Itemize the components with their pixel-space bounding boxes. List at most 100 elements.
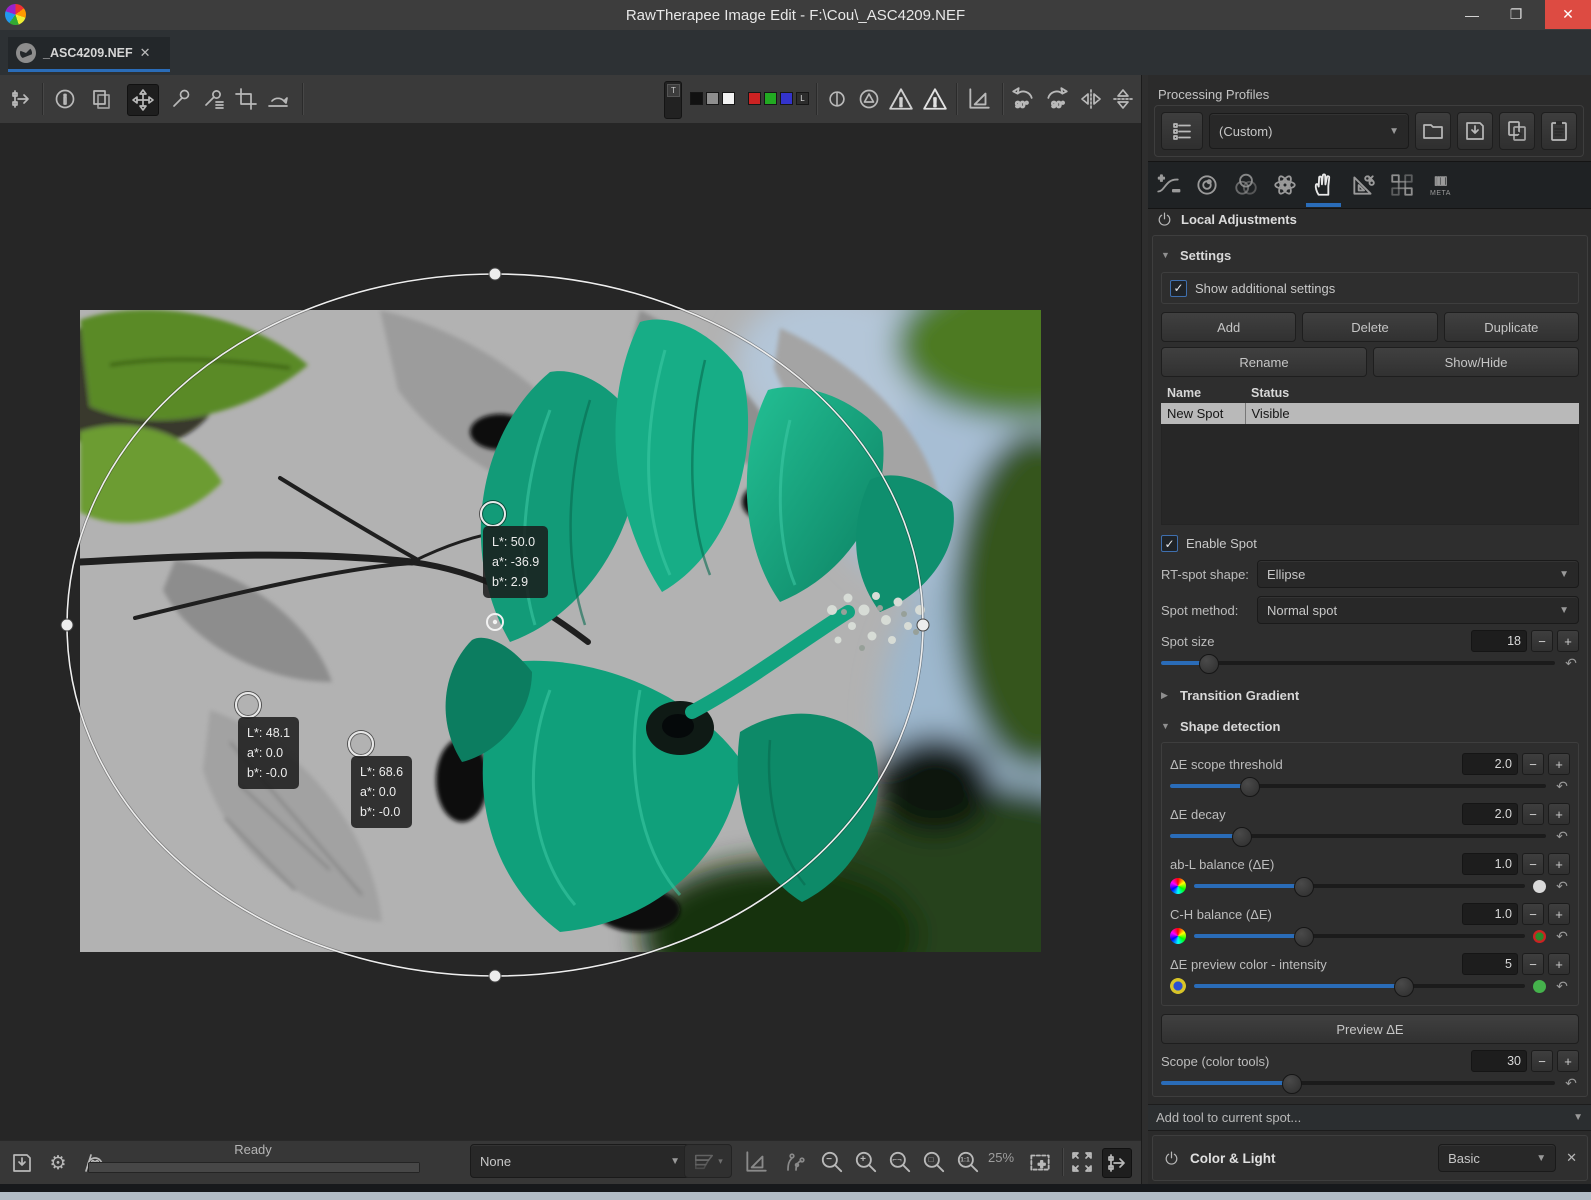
shadow-clipping-icon[interactable] bbox=[886, 84, 916, 114]
close-button[interactable]: ✕ bbox=[1545, 0, 1591, 29]
spot-size-value[interactable]: 18 bbox=[1471, 630, 1527, 652]
de-decay-value[interactable]: 2.0 bbox=[1462, 803, 1518, 825]
power-icon[interactable] bbox=[1163, 1150, 1180, 1167]
rotate-left-90-icon[interactable] bbox=[1008, 84, 1038, 114]
increment-button[interactable]: + bbox=[1548, 953, 1570, 975]
tab-local-adjustments[interactable] bbox=[1304, 165, 1343, 205]
crop-tool-icon[interactable] bbox=[231, 84, 261, 114]
ch-balance-slider[interactable] bbox=[1194, 925, 1525, 947]
reset-icon[interactable]: ↶ bbox=[1563, 1075, 1579, 1092]
detail-window-icon[interactable] bbox=[1026, 1148, 1054, 1176]
load-profile-icon[interactable] bbox=[1415, 112, 1451, 150]
add-tool-dropdown[interactable]: Add tool to current spot... ▼ bbox=[1148, 1104, 1591, 1131]
fullscreen-icon[interactable] bbox=[1068, 1148, 1096, 1176]
bundled-profiles-icon[interactable] bbox=[1161, 112, 1203, 150]
sharpening-mask-icon[interactable] bbox=[822, 84, 852, 114]
bg-gray-swatch[interactable] bbox=[706, 92, 719, 105]
complexity-dropdown[interactable]: Basic▼ bbox=[1438, 1144, 1556, 1172]
restore-button[interactable]: ❐ bbox=[1499, 0, 1533, 29]
tab-exposure[interactable] bbox=[1148, 165, 1187, 205]
increment-button[interactable]: + bbox=[1548, 753, 1570, 775]
right-panel-toggle-icon[interactable] bbox=[1102, 1148, 1132, 1178]
rotate-right-90-icon[interactable] bbox=[1042, 84, 1072, 114]
picker-handle[interactable] bbox=[480, 501, 506, 527]
decrement-button[interactable]: − bbox=[1522, 953, 1544, 975]
background-color-switcher[interactable]: T bbox=[664, 81, 682, 119]
show-additional-settings-row[interactable]: ✓ Show additional settings bbox=[1161, 272, 1579, 304]
picker-handle[interactable] bbox=[348, 731, 374, 757]
scope-color-tools-value[interactable]: 30 bbox=[1471, 1050, 1527, 1072]
tab-raw[interactable] bbox=[1382, 165, 1421, 205]
film-simulation-button[interactable]: ▾ bbox=[684, 1144, 732, 1178]
decrement-button[interactable]: − bbox=[1522, 803, 1544, 825]
delete-button[interactable]: Delete bbox=[1302, 312, 1437, 342]
transition-gradient-expander[interactable]: ▶ Transition Gradient bbox=[1161, 684, 1579, 706]
settings-expander[interactable]: ▼ Settings bbox=[1161, 244, 1579, 266]
bg-black-swatch[interactable] bbox=[690, 92, 703, 105]
de-scope-threshold-value[interactable]: 2.0 bbox=[1462, 753, 1518, 775]
scope-color-tools-slider[interactable] bbox=[1161, 1072, 1555, 1094]
tab-metadata[interactable]: META bbox=[1421, 165, 1460, 205]
power-icon[interactable] bbox=[1156, 211, 1173, 228]
rename-button[interactable]: Rename bbox=[1161, 347, 1367, 377]
green-channel-swatch[interactable] bbox=[764, 92, 777, 105]
red-channel-swatch[interactable] bbox=[748, 92, 761, 105]
reset-icon[interactable]: ↶ bbox=[1554, 928, 1570, 945]
photo-preview[interactable] bbox=[80, 310, 1041, 952]
filmstrip-panel-toggle-icon[interactable] bbox=[6, 84, 36, 114]
increment-button[interactable]: + bbox=[1557, 1050, 1579, 1072]
increment-button[interactable]: + bbox=[1548, 903, 1570, 925]
luminosity-channel-swatch[interactable]: L bbox=[796, 92, 809, 105]
highlight-clipping-icon[interactable] bbox=[920, 84, 950, 114]
decrement-button[interactable]: − bbox=[1522, 903, 1544, 925]
reset-icon[interactable]: ↶ bbox=[1554, 778, 1570, 795]
picker-handle[interactable] bbox=[235, 692, 261, 718]
show-hide-button[interactable]: Show/Hide bbox=[1373, 347, 1579, 377]
image-info-icon[interactable] bbox=[50, 84, 80, 114]
spot-row[interactable]: New Spot Visible bbox=[1161, 403, 1579, 424]
file-tab[interactable]: _ASC4209.NEF ✕ bbox=[8, 37, 170, 72]
handle-top[interactable] bbox=[489, 268, 501, 280]
tab-advanced[interactable] bbox=[1265, 165, 1304, 205]
straighten-tool-icon[interactable] bbox=[263, 84, 293, 114]
local-adjustments-header[interactable]: Local Adjustments bbox=[1156, 211, 1297, 228]
color-and-light-tool-header[interactable]: Color & Light Basic▼ ✕ bbox=[1152, 1135, 1588, 1181]
reset-icon[interactable]: ↶ bbox=[1554, 878, 1570, 895]
spot-list-empty-area[interactable] bbox=[1161, 424, 1579, 525]
white-balance-picker-icon[interactable] bbox=[166, 84, 196, 114]
blue-channel-swatch[interactable] bbox=[780, 92, 793, 105]
tab-color[interactable] bbox=[1226, 165, 1265, 205]
de-decay-slider[interactable] bbox=[1170, 825, 1546, 847]
flip-horizontal-icon[interactable] bbox=[1076, 84, 1106, 114]
de-preview-intensity-value[interactable]: 5 bbox=[1462, 953, 1518, 975]
copy-profile-icon[interactable] bbox=[1499, 112, 1535, 150]
zoom-out-icon[interactable]: − bbox=[818, 1148, 846, 1176]
color-picker-icon[interactable] bbox=[199, 84, 229, 114]
paste-profile-icon[interactable] bbox=[1541, 112, 1577, 150]
bg-white-swatch[interactable] bbox=[722, 92, 735, 105]
zoom-fit-icon[interactable]: ⌐¬ bbox=[886, 1148, 914, 1176]
abl-balance-value[interactable]: 1.0 bbox=[1462, 853, 1518, 875]
de-scope-threshold-slider[interactable] bbox=[1170, 775, 1546, 797]
handle-left[interactable] bbox=[61, 619, 73, 631]
checkbox-checked-icon[interactable]: ✓ bbox=[1170, 280, 1187, 297]
reset-icon[interactable]: ↶ bbox=[1554, 828, 1570, 845]
tab-transform[interactable] bbox=[1343, 165, 1382, 205]
hand-move-tool-icon[interactable] bbox=[127, 84, 159, 116]
save-profile-icon[interactable] bbox=[1457, 112, 1493, 150]
abl-balance-slider[interactable] bbox=[1194, 875, 1525, 897]
output-profile-dropdown[interactable]: None▼ bbox=[470, 1144, 690, 1178]
spot-method-dropdown[interactable]: Normal spot▼ bbox=[1257, 596, 1579, 624]
decrement-button[interactable]: − bbox=[1522, 853, 1544, 875]
checkbox-checked-icon[interactable]: ✓ bbox=[1161, 535, 1178, 552]
zoom-100-icon[interactable]: 1:1 bbox=[954, 1148, 982, 1176]
queue-processing-icon[interactable]: ⚙ bbox=[44, 1149, 72, 1177]
zoom-in-icon[interactable]: + bbox=[852, 1148, 880, 1176]
spot-size-slider[interactable] bbox=[1161, 652, 1555, 674]
decrement-button[interactable]: − bbox=[1531, 630, 1553, 652]
reset-icon[interactable]: ↶ bbox=[1554, 978, 1570, 995]
preview-modes-icon[interactable] bbox=[964, 84, 994, 114]
remove-tool-icon[interactable]: ✕ bbox=[1566, 1150, 1577, 1166]
tab-detail[interactable] bbox=[1187, 165, 1226, 205]
add-button[interactable]: Add bbox=[1161, 312, 1296, 342]
